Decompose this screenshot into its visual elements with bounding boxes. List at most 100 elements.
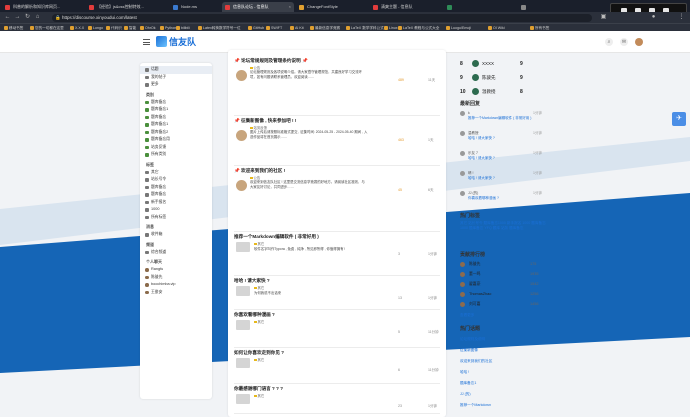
leaderboard-row[interactable]: 陈骏先 175: [460, 261, 546, 269]
recent-reply[interactable]: JJ (的) 你喜欢看哪种漫画 ? 1分钟: [460, 191, 546, 205]
close-tab-icon[interactable]: ×: [289, 2, 291, 12]
topic-title[interactable]: 你喜欢看哪种漫画 ?: [234, 312, 275, 318]
popular-topic-link[interactable]: 征集新图像: [460, 348, 546, 353]
sidebar-item-tag[interactable]: 新手报名: [140, 199, 212, 207]
topic-category[interactable]: 其它: [254, 285, 264, 290]
browser-tab-active[interactable]: 信息队论坛 - 信息队 ×: [222, 2, 294, 12]
sidebar-section-tags[interactable]: 标签: [140, 159, 212, 169]
back-icon[interactable]: ←: [4, 14, 11, 21]
topic-title[interactable]: 你最感谢哪门语言 ? ? ?: [234, 386, 283, 392]
rank-row[interactable]: 8 XXXX 9: [458, 58, 548, 70]
sidebar-item-category[interactable]: 所有类别: [140, 151, 212, 159]
topic-row[interactable]: 你最感谢哪门语言 ? ? ? 其它 23 1分钟: [234, 386, 440, 414]
leaderboard-more-link[interactable]: 查看更多: [460, 313, 546, 318]
browser-tab[interactable]: Node.ms: [170, 2, 220, 12]
sidebar-item-category[interactable]: 题库备忘1: [140, 106, 212, 114]
recent-reply[interactable]: 乐友 7 哈哈 ! 请大家快 ? 1分钟: [460, 151, 546, 165]
browser-tab[interactable]: [518, 2, 590, 12]
topic-category[interactable]: 其它: [254, 357, 264, 362]
sidebar-item-topics[interactable]: 话题: [140, 66, 212, 74]
topic-title[interactable]: 推荐一个Markdown编辑软件 ( 非常好用 ): [234, 234, 319, 240]
topic-category[interactable]: 其它: [254, 393, 264, 398]
recent-reply[interactable]: 晴 ! 哈哈 ! 请大家快 ? 1分钟: [460, 171, 546, 185]
sidebar-section-channels[interactable]: 频道: [140, 239, 212, 249]
site-logo[interactable]: 信友队: [156, 36, 196, 48]
sidebar-item-category[interactable]: 题库备忘: [140, 114, 212, 122]
home-icon[interactable]: ⌂: [34, 14, 41, 21]
topic-thumbnail[interactable]: [236, 286, 250, 296]
sidebar-item-tag[interactable]: 所有标签: [140, 214, 212, 222]
topic-title[interactable]: 📌 欢迎来到我们的社区 !: [234, 168, 285, 174]
reply-topic-link[interactable]: 哈哈 ! 请大家快 ?: [468, 176, 495, 181]
profile-icon[interactable]: ●: [650, 14, 657, 21]
topic-title[interactable]: 哈哈 ! 请大家快 ?: [234, 278, 270, 284]
sidebar-item-tag[interactable]: 1000: [140, 206, 212, 214]
recent-reply[interactable]: 温教授 哈哈 ! 请大家快 ? 1分钟: [460, 131, 546, 145]
popular-topic-link[interactable]: JJ (的): [460, 392, 546, 397]
sidebar-item-tag[interactable]: 题库备忘: [140, 191, 212, 199]
scroll-top-button[interactable]: ✈: [672, 112, 686, 126]
popular-topic-link[interactable]: 欢迎来到我们的社区: [460, 359, 546, 364]
rank-row[interactable]: 10 温教授 8: [458, 86, 548, 98]
topic-activity[interactable]: 11分钟: [428, 368, 439, 373]
topic-thumbnail[interactable]: [236, 320, 250, 330]
sidebar-item-tag[interactable]: 其它: [140, 169, 212, 177]
sidebar-item-tag[interactable]: 站长号令: [140, 176, 212, 184]
topic-row[interactable]: 你喜欢看哪种漫画 ? 其它 5 11分钟: [234, 312, 440, 348]
rank-name[interactable]: 陈骏先: [482, 75, 496, 81]
sidebar-item-channel[interactable]: 综合频道: [140, 249, 212, 257]
reload-icon[interactable]: ↻: [24, 14, 31, 21]
sidebar-item-dm[interactable]: 王俊安: [140, 289, 212, 297]
topic-thumbnail[interactable]: [236, 394, 250, 404]
rank-row[interactable]: 9 陈骏先 9: [458, 72, 548, 84]
sidebar-section-categories[interactable]: 类别: [140, 89, 212, 99]
leaderboard-row[interactable]: 刘可嘉 1456: [460, 301, 546, 309]
sidebar-section-messages[interactable]: 消息: [140, 221, 212, 231]
sidebar-item-category[interactable]: 题库备忘: [140, 99, 212, 107]
topic-title[interactable]: 📌 论坛常规规则及管理条约说明 📌: [234, 58, 308, 64]
browser-tab[interactable]: 清爽主题 - 信息队: [370, 2, 442, 12]
topic-category[interactable]: 其它: [254, 319, 264, 324]
url-input[interactable]: 🔒 https://discourse.xinyoudui.com/latest: [52, 13, 592, 22]
search-icon[interactable]: ⌕: [605, 38, 613, 46]
reply-topic-link[interactable]: 哈哈 ! 请大家快 ?: [468, 136, 495, 141]
topic-row[interactable]: 如何让你喜欢走到你见 ? 其它 6 11分钟: [234, 350, 440, 384]
topic-title[interactable]: 📌 征集新图像 , 快来参加吧 ! !: [234, 118, 296, 124]
topic-thumbnail[interactable]: [236, 358, 250, 368]
recent-reply[interactable]: k 推荐一个Markdown编辑软件 ( 非常好用 ) 1分钟: [460, 111, 546, 125]
rank-name[interactable]: 温教授: [482, 89, 496, 95]
topic-row[interactable]: 推荐一个Markdown编辑软件 ( 非常好用 ) 其它 软件名字叫作Typora …: [234, 234, 440, 276]
sidebar-item-more[interactable]: 更多: [140, 81, 212, 89]
popular-topic-link[interactable]: 论坛规则及说明: [460, 337, 546, 342]
sidebar-section-dms[interactable]: 个人聊天: [140, 256, 212, 266]
browser-tab[interactable]: [444, 2, 516, 12]
topic-activity[interactable]: 1分钟: [428, 252, 437, 257]
reply-topic-link[interactable]: 哈哈 ! 请大家快 ?: [468, 156, 495, 161]
reply-topic-link[interactable]: 你喜欢看哪种漫画 ?: [468, 196, 499, 201]
sidebar-item-category[interactable]: 题库备忘1: [140, 121, 212, 129]
topic-category[interactable]: 其它: [254, 241, 264, 246]
topic-row[interactable]: 哈哈 ! 请大家快 ? 其它 为何我说不出话来 13 1分钟: [234, 278, 440, 310]
topic-activity[interactable]: 1分钟: [428, 404, 437, 409]
topic-thumbnail[interactable]: [236, 242, 250, 252]
browser-tab[interactable]: 【经验】js&css控制特效...: [86, 2, 168, 12]
topic-row[interactable]: 📌 欢迎来到我们的社区 ! 公告 欢迎来到信友队社区 ! 这里是交流信息学竞赛的好地…: [234, 168, 440, 232]
author-avatar[interactable]: [236, 180, 247, 191]
chat-icon[interactable]: ✉: [620, 38, 628, 46]
leaderboard-row[interactable]: 翟嘉豪 1542: [460, 281, 546, 289]
sidebar-item-tag[interactable]: 题库备忘: [140, 184, 212, 192]
topic-activity[interactable]: 11天: [428, 78, 435, 83]
topic-activity[interactable]: 6天: [428, 188, 433, 193]
popular-topic-link[interactable]: 推荐一个Markdown: [460, 403, 546, 408]
extensions-icon[interactable]: ▣: [600, 14, 607, 21]
leaderboard-row[interactable]: 董一鸣 1935: [460, 271, 546, 279]
hot-tags[interactable]: 其它 站长号令 题库备忘1000 新手报名 1000 题库备忘1000 题库备忘…: [460, 221, 546, 231]
topic-activity[interactable]: 11分钟: [428, 330, 439, 335]
hamburger-icon[interactable]: [143, 39, 150, 45]
topic-title[interactable]: 如何让你喜欢走到你见 ?: [234, 350, 284, 356]
topic-row[interactable]: 📌 征集新图像 , 快来参加吧 ! ! 站务反馈 图片上传后请按照标准格式提交 , …: [234, 118, 440, 166]
browser-tab[interactable]: ChangeFontStyle: [296, 2, 368, 12]
sidebar-item-dm[interactable]: Rangfu: [140, 266, 212, 274]
sidebar-item-dm[interactable]: 陈骏先: [140, 274, 212, 282]
topic-activity[interactable]: 1天: [428, 138, 433, 143]
